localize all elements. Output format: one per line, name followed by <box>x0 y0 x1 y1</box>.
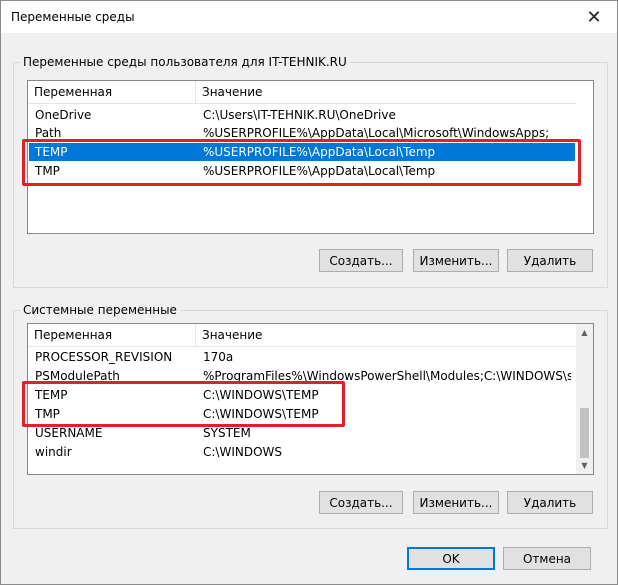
title-bar: Переменные среды ✕ <box>1 1 617 33</box>
scrollbar-thumb[interactable] <box>580 408 589 458</box>
column-header-variable[interactable]: Переменная <box>28 81 196 103</box>
column-header-value[interactable]: Значение <box>196 81 576 103</box>
close-button[interactable]: ✕ <box>571 1 617 33</box>
variable-name: windir <box>35 445 72 459</box>
column-header-variable[interactable]: Переменная <box>28 324 196 346</box>
window-title: Переменные среды <box>11 10 135 24</box>
variable-value: 170a <box>203 350 234 364</box>
system-variables-group-label: Системные переменные <box>20 303 180 317</box>
variable-name: OneDrive <box>35 108 92 122</box>
user-create-button[interactable]: Создать... <box>319 249 403 272</box>
user-edit-button[interactable]: Изменить... <box>413 249 499 272</box>
system-delete-button[interactable]: Удалить <box>507 491 593 514</box>
scroll-down-arrow-icon[interactable]: ▼ <box>576 457 593 474</box>
variable-value: C:\WINDOWS <box>203 445 283 459</box>
user-temp-highlight <box>22 139 581 186</box>
environment-variables-dialog: Переменные среды ✕ Переменные среды поль… <box>0 0 618 585</box>
user-delete-button[interactable]: Удалить <box>507 249 593 272</box>
cancel-button[interactable]: Отмена <box>503 547 591 570</box>
ok-button[interactable]: OK <box>407 547 495 570</box>
system-list-scrollbar[interactable]: ▲ ▼ <box>576 324 593 474</box>
system-temp-highlight <box>22 381 345 427</box>
table-row[interactable]: OneDrive C:\Users\IT-TEHNIK.RU\OneDrive <box>28 106 576 124</box>
close-icon: ✕ <box>586 6 602 28</box>
user-list-header: Переменная Значение <box>28 81 576 104</box>
column-header-value[interactable]: Значение <box>196 324 576 346</box>
variable-value: C:\Users\IT-TEHNIK.RU\OneDrive <box>203 108 396 122</box>
system-create-button[interactable]: Создать... <box>319 491 403 514</box>
variable-name: PROCESSOR_REVISION <box>35 350 173 364</box>
system-edit-button[interactable]: Изменить... <box>413 491 499 514</box>
table-row[interactable]: PROCESSOR_REVISION 170a <box>28 348 576 366</box>
user-variables-group-label: Переменные среды пользователя для IT-TEH… <box>20 55 350 69</box>
scroll-up-arrow-icon[interactable]: ▲ <box>576 324 593 341</box>
system-list-header: Переменная Значение <box>28 324 576 347</box>
table-row[interactable]: windir C:\WINDOWS <box>28 443 576 461</box>
